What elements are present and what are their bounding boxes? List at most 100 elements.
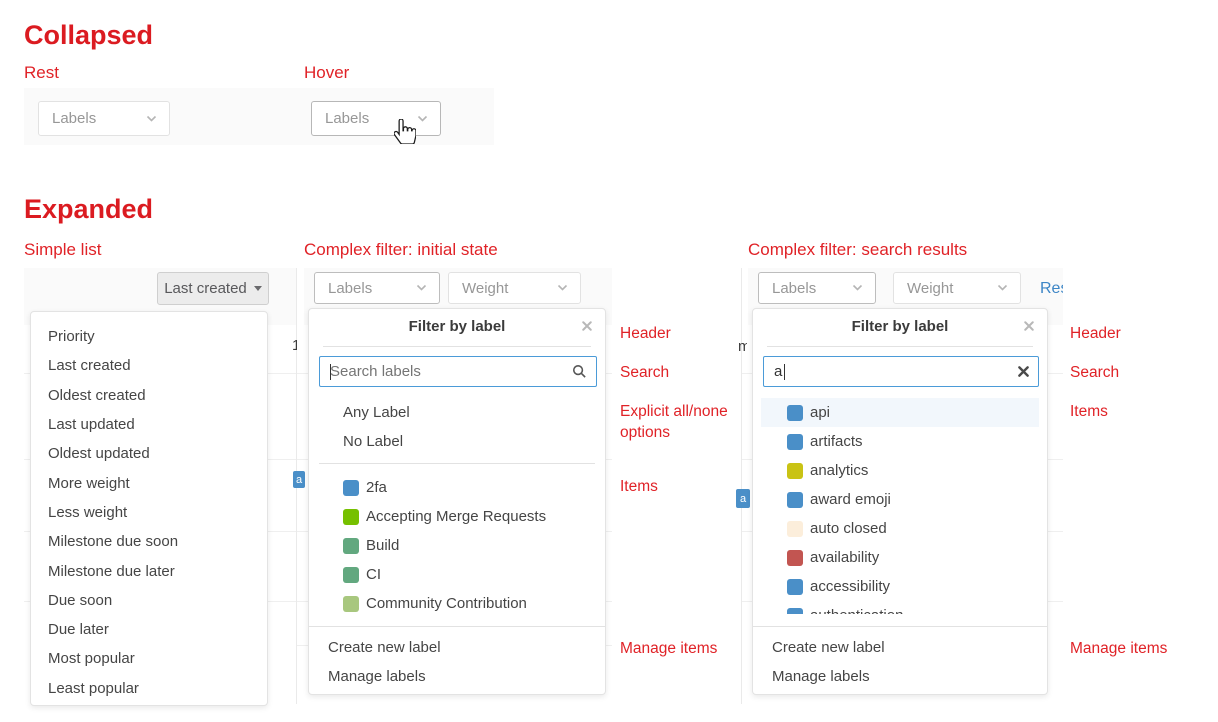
panel-title: Filter by label [309,318,605,335]
label-item[interactable]: auto closed [753,514,1047,543]
sort-dropdown-button[interactable]: Last created [157,272,269,305]
annotation-header: Header [620,323,671,344]
list-item[interactable]: Milestone due later [31,556,267,585]
label-search-input[interactable] [764,363,1018,380]
any-label-option[interactable]: Any Label [309,398,605,427]
list-item[interactable]: Less weight [31,498,267,527]
search-results-label: Complex filter: search results [748,240,967,260]
label-item[interactable]: award emoji [753,485,1047,514]
label-color-chip [787,608,803,615]
label-color-chip [343,509,359,525]
reset-labels-link[interactable]: Reset [1040,280,1063,298]
labels-dropdown-rest-label: Labels [52,110,146,127]
label-color-chip [343,596,359,612]
create-new-label-link[interactable]: Create new label [753,633,1047,662]
label-color-chip [343,480,359,496]
annotation-items: Items [1070,401,1108,422]
rest-label: Rest [24,63,59,83]
list-item[interactable]: Most popular [31,644,267,673]
clipped-text-fragment: 1 [292,337,297,354]
weight-dropdown-search-label: Weight [907,280,997,297]
label-item[interactable]: Community Contribution [309,589,605,618]
clear-search-icon[interactable] [1018,366,1029,377]
list-item[interactable]: Oldest updated [31,439,267,468]
manage-labels-link[interactable]: Manage labels [753,662,1047,691]
label-items-list: 2fa Accepting Merge Requests Build CI Co… [309,473,605,618]
label-item-name: analytics [810,462,868,479]
label-item-name: auto closed [810,520,887,537]
list-item[interactable]: Last created [31,351,267,380]
annotation-manage-items: Manage items [620,638,717,659]
close-icon[interactable] [1024,321,1034,331]
panel-footer: Create new label Manage labels [753,633,1047,691]
simple-list-label: Simple list [24,240,101,260]
manage-labels-link[interactable]: Manage labels [309,662,605,691]
filter-by-label-panel-search: Filter by label api artifacts analytic [752,308,1048,695]
no-label-option[interactable]: No Label [309,427,605,456]
text-cursor [784,364,785,380]
label-item-name: award emoji [810,491,891,508]
label-color-chip [343,567,359,583]
search-icon [572,364,587,379]
all-none-options: Any Label No Label [309,398,605,456]
label-color-chip [787,521,803,537]
label-item[interactable]: artifacts [753,427,1047,456]
label-item-name: Accepting Merge Requests [366,508,546,525]
label-item[interactable]: 2fa [309,473,605,502]
close-icon[interactable] [582,321,592,331]
list-item[interactable]: Due soon [31,586,267,615]
text-cursor [330,364,331,380]
label-item-name: availability [810,549,879,566]
label-item[interactable]: authentication [753,601,1047,614]
clipped-text-fragment: m [738,338,747,355]
clipped-label-chip-fragment: a [293,471,305,488]
footer-divider [309,626,605,627]
label-item-name: authentication [810,607,903,614]
section-divider [319,463,595,464]
label-item[interactable]: CI [309,560,605,589]
labels-dropdown-initial-label: Labels [328,280,416,297]
sort-dropdown-label: Last created [164,280,247,297]
label-item[interactable]: Build [309,531,605,560]
weight-dropdown-initial[interactable]: Weight [448,272,581,304]
labels-dropdown-search-label: Labels [772,280,852,297]
label-color-chip [343,538,359,554]
create-new-label-link[interactable]: Create new label [309,633,605,662]
label-item[interactable]: availability [753,543,1047,572]
chevron-down-icon [997,284,1008,292]
chevron-down-icon [146,115,157,123]
label-search-input[interactable] [320,363,572,380]
caret-down-icon [254,286,262,291]
list-item[interactable]: More weight [31,468,267,497]
collapsed-heading: Collapsed [24,20,153,51]
panel-title: Filter by label [753,318,1047,335]
annotation-allnone: Explicit all/none options [620,401,738,443]
label-item-name: api [810,404,830,421]
labels-dropdown-initial[interactable]: Labels [314,272,440,304]
label-item-name: Community Contribution [366,595,527,612]
label-item[interactable]: analytics [753,456,1047,485]
label-color-chip [787,434,803,450]
chevron-down-icon [416,284,427,292]
labels-dropdown-search[interactable]: Labels [758,272,876,304]
annotation-header: Header [1070,323,1121,344]
list-item[interactable]: Priority [31,322,267,351]
design-spec-page: 1 m a a Collapsed Rest Hover Labels Labe… [0,0,1218,722]
annotation-items: Items [620,476,658,497]
labels-dropdown-hover[interactable]: Labels [311,101,441,136]
label-item[interactable]: accessibility [753,572,1047,601]
list-item[interactable]: Due later [31,615,267,644]
label-search-box [319,356,597,387]
list-item[interactable]: Oldest created [31,381,267,410]
list-item[interactable]: Least popular [31,674,267,703]
list-item[interactable]: Last updated [31,410,267,439]
weight-dropdown-search[interactable]: Weight [893,272,1021,304]
labels-dropdown-rest[interactable]: Labels [38,101,170,136]
weight-dropdown-initial-label: Weight [462,280,557,297]
list-item[interactable]: Milestone due soon [31,527,267,556]
label-items-list: api artifacts analytics award emoji auto… [753,398,1047,614]
label-item[interactable]: Accepting Merge Requests [309,502,605,531]
label-color-chip [787,579,803,595]
label-item[interactable]: api [753,398,1047,427]
chevron-down-icon [557,284,568,292]
